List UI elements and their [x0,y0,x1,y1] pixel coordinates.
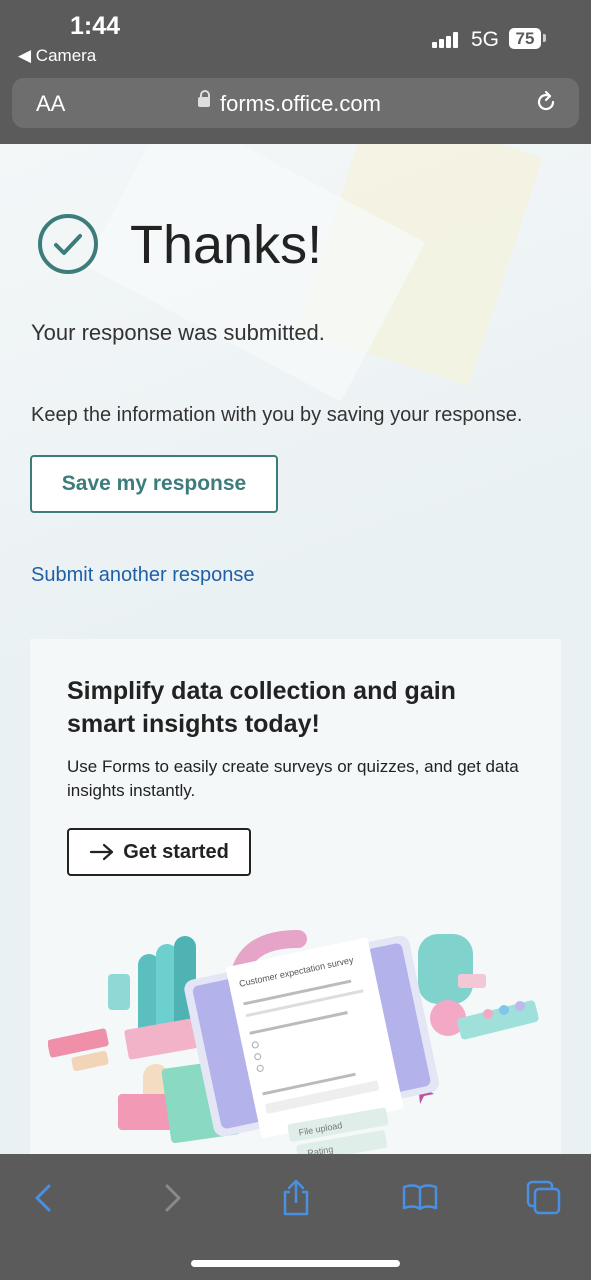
submitted-message: Your response was submitted. [31,320,325,345]
url-text[interactable]: forms.office.com [220,91,381,117]
lock-icon [198,90,210,107]
bookmarks-icon[interactable] [400,1178,440,1218]
promo-title: Simplify data collection and gain smart … [67,677,456,738]
arrow-right-icon [90,844,114,861]
address-bar[interactable]: AA forms.office.com [12,78,579,128]
reload-icon[interactable] [534,90,558,114]
status-bar: 1:44 ◀ Camera 5G 75 [0,0,591,74]
tabs-icon[interactable] [524,1178,564,1218]
promo-description: Use Forms to easily create surveys or qu… [67,757,519,800]
page-content: Thanks! Your response was submitted. Kee… [0,144,591,1154]
checkmark-circle-icon [38,214,98,274]
network-type: 5G [471,28,500,51]
status-time: 1:44 [70,12,121,40]
get-started-button[interactable]: Get started [67,828,251,876]
signal-icon [432,32,460,48]
back-icon[interactable] [24,1178,64,1218]
submit-another-response-link[interactable]: Submit another response [31,564,254,587]
save-response-button[interactable]: Save my response [30,455,278,513]
promo-card: Simplify data collection and gain smart … [30,639,561,1154]
forward-icon[interactable] [152,1178,192,1218]
text-size-button[interactable]: AA [36,91,65,117]
get-started-label: Get started [123,840,229,863]
page-title: Thanks! [130,215,323,275]
battery-tip [543,34,546,42]
home-indicator[interactable] [191,1260,400,1267]
save-hint-text: Keep the information with you by saving … [31,404,523,426]
forms-illustration: Customer expectation survey File upload … [48,930,539,1154]
share-icon[interactable] [276,1178,316,1218]
battery-icon: 75 [509,28,541,49]
browser-address-area: AA forms.office.com [0,74,591,144]
back-to-camera-link[interactable]: ◀ Camera [18,46,96,66]
